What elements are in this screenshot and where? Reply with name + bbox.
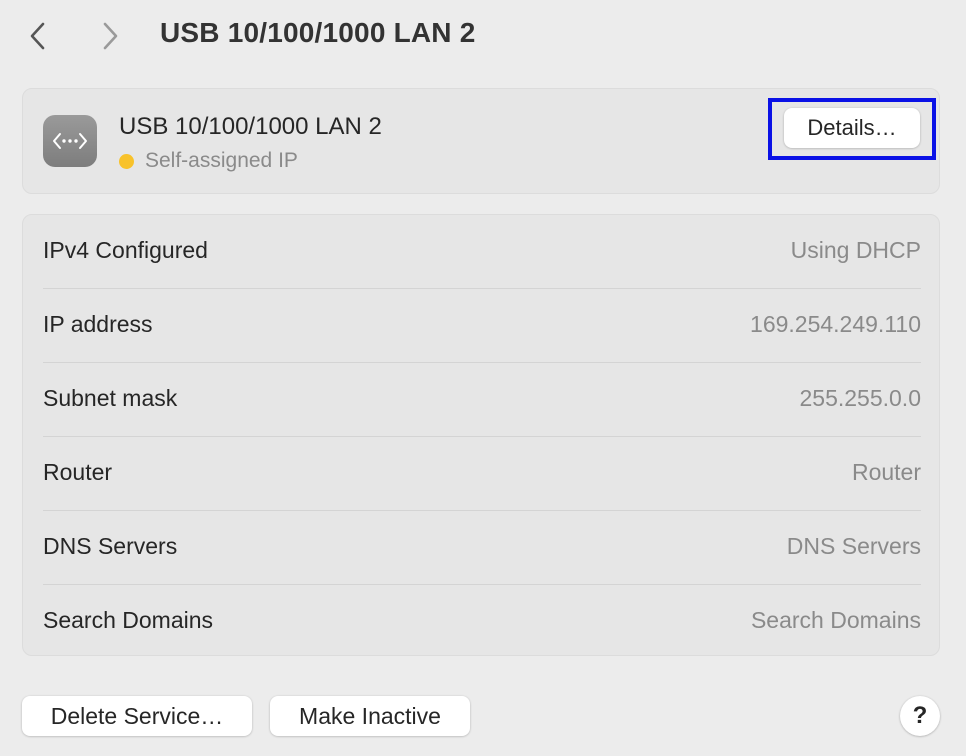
info-row-subnet-mask: Subnet mask 255.255.0.0 [23,363,941,437]
info-value: 255.255.0.0 [799,385,921,411]
make-inactive-button[interactable]: Make Inactive [270,696,470,736]
info-label: IP address [43,311,153,337]
service-status: Self-assigned IP [119,149,298,173]
info-label: DNS Servers [43,533,178,559]
status-text: Self-assigned IP [145,149,298,172]
service-name: USB 10/100/1000 LAN 2 [119,113,382,140]
back-button[interactable] [20,16,56,56]
page-title: USB 10/100/1000 LAN 2 [160,17,476,48]
info-label: IPv4 Configured [43,237,208,263]
info-label: Router [43,459,113,485]
info-value: Using DHCP [790,237,921,263]
chevron-right-icon [103,22,118,50]
header: USB 10/100/1000 LAN 2 [0,0,966,72]
info-row-dns-servers: DNS Servers DNS Servers [23,511,941,585]
forward-button[interactable] [92,16,128,56]
info-row-search-domains: Search Domains Search Domains [23,585,941,659]
info-label: Search Domains [43,607,214,633]
info-row-ipv4-configured: IPv4 Configured Using DHCP [23,215,941,289]
info-row-ip-address: IP address 169.254.249.110 [23,289,941,363]
help-button[interactable]: ? [900,696,940,736]
info-row-router: Router Router [23,437,941,511]
info-value: DNS Servers [786,533,921,559]
ip-info-list: IPv4 Configured Using DHCP IP address 16… [22,214,940,656]
ethernet-icon [43,115,97,167]
info-value: 169.254.249.110 [750,311,921,337]
service-card: USB 10/100/1000 LAN 2 Self-assigned IP D… [22,88,940,194]
info-label: Subnet mask [43,385,178,411]
delete-service-button[interactable]: Delete Service… [22,696,252,736]
status-dot-icon [119,153,134,169]
info-value: Search Domains [750,607,921,633]
chevron-left-icon [30,22,45,50]
info-value: Router [851,459,921,485]
network-service-pane: USB 10/100/1000 LAN 2 USB 10/100/1000 LA… [0,0,966,756]
details-button[interactable]: Details… [784,108,920,148]
